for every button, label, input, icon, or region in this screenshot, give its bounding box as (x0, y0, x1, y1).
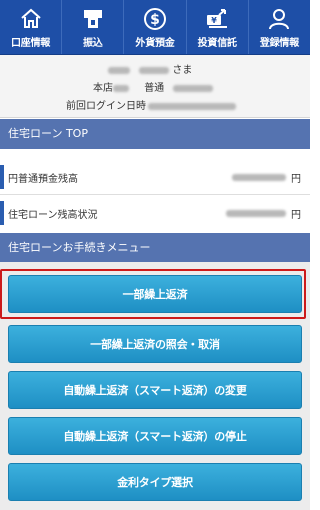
row-accent-bar (0, 165, 4, 189)
partial-prepayment-button[interactable]: 一部繰上返済 (8, 275, 302, 313)
top-navigation: 口座情報 振込 $ 外貨預金 ¥ 投資信託 登録情報 (0, 0, 310, 55)
last-login-row: 前回ログイン日時 (66, 97, 236, 112)
redacted-account-number (173, 84, 214, 92)
section-title: 住宅ローンお手続きメニュー (8, 241, 151, 254)
currency-unit: 円 (291, 174, 301, 185)
honorific: さま (172, 65, 193, 76)
svg-text:¥: ¥ (211, 16, 217, 25)
balance-row-yen-deposit[interactable]: 円普通預金残高 円 (0, 159, 310, 195)
redacted-amount (232, 172, 286, 183)
nav-registration-info[interactable]: 登録情報 (249, 0, 310, 54)
customer-name-row: さま (108, 61, 192, 76)
button-label: 一部繰上返済 (122, 288, 188, 301)
housing-loan-top-header[interactable]: 住宅ローン TOP (0, 119, 310, 149)
auto-prepayment-change-button[interactable]: 自動繰上返済（スマート返済）の変更 (8, 371, 302, 409)
nav-transfer[interactable]: 振込 (62, 0, 125, 54)
redacted-last-login (148, 102, 236, 110)
nav-label: 外貨預金 (135, 38, 175, 49)
balance-row-loan-status[interactable]: 住宅ローン残高状況 円 (0, 195, 310, 231)
button-label: 自動繰上返済（スマート返済）の変更 (63, 384, 247, 397)
button-label: 一部繰上返済の照会・取消 (90, 338, 220, 351)
home-icon (20, 8, 41, 28)
nav-label: 投資信託 (197, 38, 237, 49)
redacted-amount (226, 208, 286, 219)
row-accent-bar (0, 201, 4, 225)
interest-type-select-button[interactable]: 金利タイプ選択 (8, 463, 302, 501)
last-login-label: 前回ログイン日時 (66, 101, 146, 112)
svg-text:$: $ (150, 12, 160, 28)
dollar-coin-icon: $ (144, 8, 166, 30)
redacted-name (139, 66, 170, 74)
section-title: 住宅ローン TOP (8, 127, 88, 140)
nav-investment-trust[interactable]: ¥ 投資信託 (187, 0, 249, 54)
investment-trust-icon: ¥ (207, 9, 228, 28)
redacted-branch (113, 84, 129, 92)
nav-label: 口座情報 (11, 38, 51, 49)
branch-label: 本店 (93, 83, 113, 94)
customer-info: さま 本店 普通 前回ログイン日時 (0, 55, 310, 118)
atm-transfer-icon (83, 10, 102, 28)
button-label: 自動繰上返済（スマート返済）の停止 (63, 430, 247, 443)
button-label: 金利タイプ選択 (117, 476, 193, 489)
nav-label: 登録情報 (259, 38, 300, 49)
nav-foreign-deposit[interactable]: $ 外貨預金 (124, 0, 187, 54)
account-type: 普通 (144, 83, 165, 94)
currency-unit: 円 (291, 210, 301, 221)
procedure-menu-header: 住宅ローンお手続きメニュー (0, 233, 310, 263)
prepayment-inquiry-cancel-button[interactable]: 一部繰上返済の照会・取消 (8, 325, 302, 363)
auto-prepayment-stop-button[interactable]: 自動繰上返済（スマート返済）の停止 (8, 417, 302, 455)
balance-label: 円普通預金残高 (8, 174, 78, 185)
account-row: 本店 普通 (93, 79, 214, 94)
balance-label: 住宅ローン残高状況 (8, 210, 98, 221)
nav-account-info[interactable]: 口座情報 (0, 0, 63, 54)
nav-label: 振込 (83, 38, 103, 49)
redacted-name (108, 66, 130, 74)
user-icon (269, 9, 290, 30)
